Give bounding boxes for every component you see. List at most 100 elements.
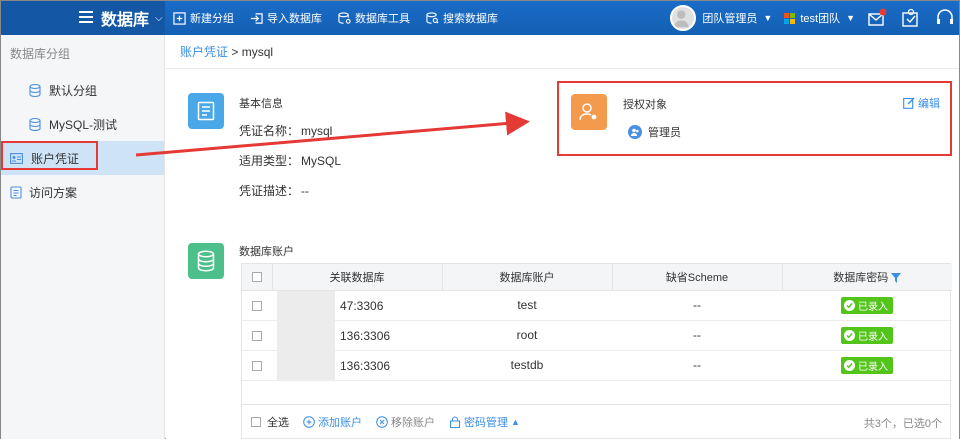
redacted-host: [277, 320, 335, 351]
user-name[interactable]: 团队管理员: [702, 10, 757, 26]
row-checkbox[interactable]: [252, 360, 262, 371]
database-icon: [29, 117, 41, 131]
new-group-icon: [173, 11, 186, 25]
new-group-button[interactable]: 新建分组: [165, 1, 242, 35]
breadcrumb: 账户凭证 > mysql: [166, 35, 959, 69]
account-cell: testdb: [442, 350, 612, 381]
menu-icon[interactable]: [79, 11, 93, 23]
basic-info-title: 基本信息: [239, 98, 283, 110]
column-header-password[interactable]: 数据库密码: [782, 264, 952, 291]
empty-row: [242, 380, 952, 404]
database-tools-icon: [338, 11, 351, 24]
redacted-host: [277, 350, 335, 381]
app-title: 数据库: [101, 12, 150, 29]
breadcrumb-separator: >: [231, 45, 239, 59]
password-cell: 已录入: [782, 290, 952, 321]
search-database-button[interactable]: 搜索数据库: [418, 1, 506, 35]
account-cell: test: [442, 290, 612, 321]
database-accounts-icon: [188, 243, 224, 279]
sidebar-item-mysql-test[interactable]: MySQL-测试: [1, 107, 164, 141]
sidebar-item-access-plan[interactable]: 访问方案: [1, 175, 164, 209]
sidebar-item-default-group[interactable]: 默认分组: [1, 73, 164, 107]
table-row[interactable]: 136:3306 testdb -- 已录入: [242, 350, 952, 381]
account-cell: root: [442, 320, 612, 351]
user-group-icon: [628, 125, 642, 139]
team-chevron-down-icon[interactable]: ▼: [846, 13, 855, 23]
password-status-badge: 已录入: [841, 296, 893, 314]
plus-circle-icon: [303, 415, 315, 428]
breadcrumb-parent-link[interactable]: 账户凭证: [180, 45, 228, 59]
scheme-cell: --: [612, 320, 782, 351]
team-logo-icon: [784, 12, 796, 24]
column-header-database[interactable]: 关联数据库: [272, 264, 443, 291]
sidebar-highlight-box: [1, 141, 98, 170]
message-icon[interactable]: [867, 8, 887, 28]
password-cell: 已录入: [782, 350, 952, 381]
table-row[interactable]: 136:3306 root -- 已录入: [242, 320, 952, 351]
column-header-account[interactable]: 数据库账户: [442, 264, 613, 291]
task-icon[interactable]: [901, 8, 921, 28]
add-account-button[interactable]: 添加账户: [303, 414, 362, 430]
authorization-title: 授权对象: [623, 99, 667, 111]
edit-icon: [903, 97, 915, 109]
check-icon: [844, 299, 855, 311]
document-icon: [10, 185, 22, 199]
select-all-button[interactable]: 全选: [251, 414, 289, 430]
credential-desc-value: --: [301, 184, 310, 198]
credential-name-value: mysql: [301, 124, 333, 138]
database-tools-button[interactable]: 数据库工具: [330, 1, 418, 35]
breadcrumb-current: mysql: [241, 45, 274, 59]
lock-icon: [450, 416, 460, 428]
table-header-row: 关联数据库 数据库账户 缺省Scheme 数据库密码: [242, 264, 952, 291]
authorized-member: 管理员: [628, 124, 681, 140]
chevron-down-icon[interactable]: ⌵: [155, 13, 163, 24]
password-cell: 已录入: [782, 320, 952, 351]
scheme-cell: --: [612, 290, 782, 321]
check-icon: [844, 359, 855, 371]
filter-icon[interactable]: [891, 272, 902, 283]
table-footer: 全选 添加账户 移除账户 密码管理 ▲ 共3个，已选0个: [242, 404, 950, 438]
host-cell: 136:3306: [272, 320, 442, 351]
team-name[interactable]: test团队: [800, 10, 840, 26]
import-database-button[interactable]: 导入数据库: [242, 1, 330, 35]
app-brand[interactable]: 数据库 ⌵: [1, 1, 165, 35]
select-all-header-cell: [242, 264, 273, 291]
credential-type-row: 适用类型： MySQL: [239, 154, 342, 168]
basic-info-icon: [188, 93, 224, 129]
redacted-host: [277, 290, 335, 321]
remove-account-button[interactable]: 移除账户: [376, 414, 435, 430]
database-accounts-title: 数据库账户: [239, 246, 294, 258]
chevron-up-icon: ▲: [511, 416, 520, 427]
top-bar: 数据库 ⌵ 新建分组 导入数据库 数据库工具 搜索数据库 团队管理员 ▼ tes…: [1, 1, 959, 35]
edit-authorization-button[interactable]: 编辑: [903, 95, 940, 111]
scheme-cell: --: [612, 350, 782, 381]
password-status-badge: 已录入: [841, 326, 893, 344]
authorization-panel: 授权对象 编辑 管理员: [557, 81, 952, 156]
row-checkbox[interactable]: [252, 330, 262, 341]
user-settings-icon: [571, 94, 607, 130]
host-cell: 136:3306: [272, 350, 442, 381]
database-icon: [29, 83, 41, 97]
import-icon: [250, 12, 263, 24]
search-database-icon: [426, 11, 439, 24]
sidebar: 数据库分组 默认分组 MySQL-测试 账户凭证 访问方案: [1, 35, 165, 439]
check-icon: [844, 329, 855, 341]
selection-count: 共3个，已选0个: [863, 418, 942, 430]
password-manage-button[interactable]: 密码管理 ▲: [449, 414, 520, 430]
user-chevron-down-icon[interactable]: ▼: [763, 13, 772, 23]
headset-icon[interactable]: [935, 8, 955, 28]
table-row[interactable]: 47:3306 test -- 已录入: [242, 290, 952, 321]
sidebar-heading: 数据库分组: [10, 47, 71, 61]
column-header-scheme[interactable]: 缺省Scheme: [612, 264, 783, 291]
credential-name-row: 凭证名称： mysql: [239, 124, 333, 138]
row-checkbox[interactable]: [252, 300, 262, 311]
avatar[interactable]: [670, 5, 697, 31]
credential-desc-row: 凭证描述： --: [239, 184, 310, 198]
credential-type-value: MySQL: [301, 154, 342, 168]
main-content: 账户凭证 > mysql 基本信息 凭证名称： mysql 适用类型： MySQL …: [166, 35, 959, 439]
accounts-table: 关联数据库 数据库账户 缺省Scheme 数据库密码 47:3306 test …: [241, 263, 952, 439]
select-all-checkbox[interactable]: [251, 416, 261, 427]
select-all-header-checkbox[interactable]: [251, 271, 262, 282]
host-cell: 47:3306: [272, 290, 442, 321]
password-status-badge: 已录入: [841, 356, 893, 374]
